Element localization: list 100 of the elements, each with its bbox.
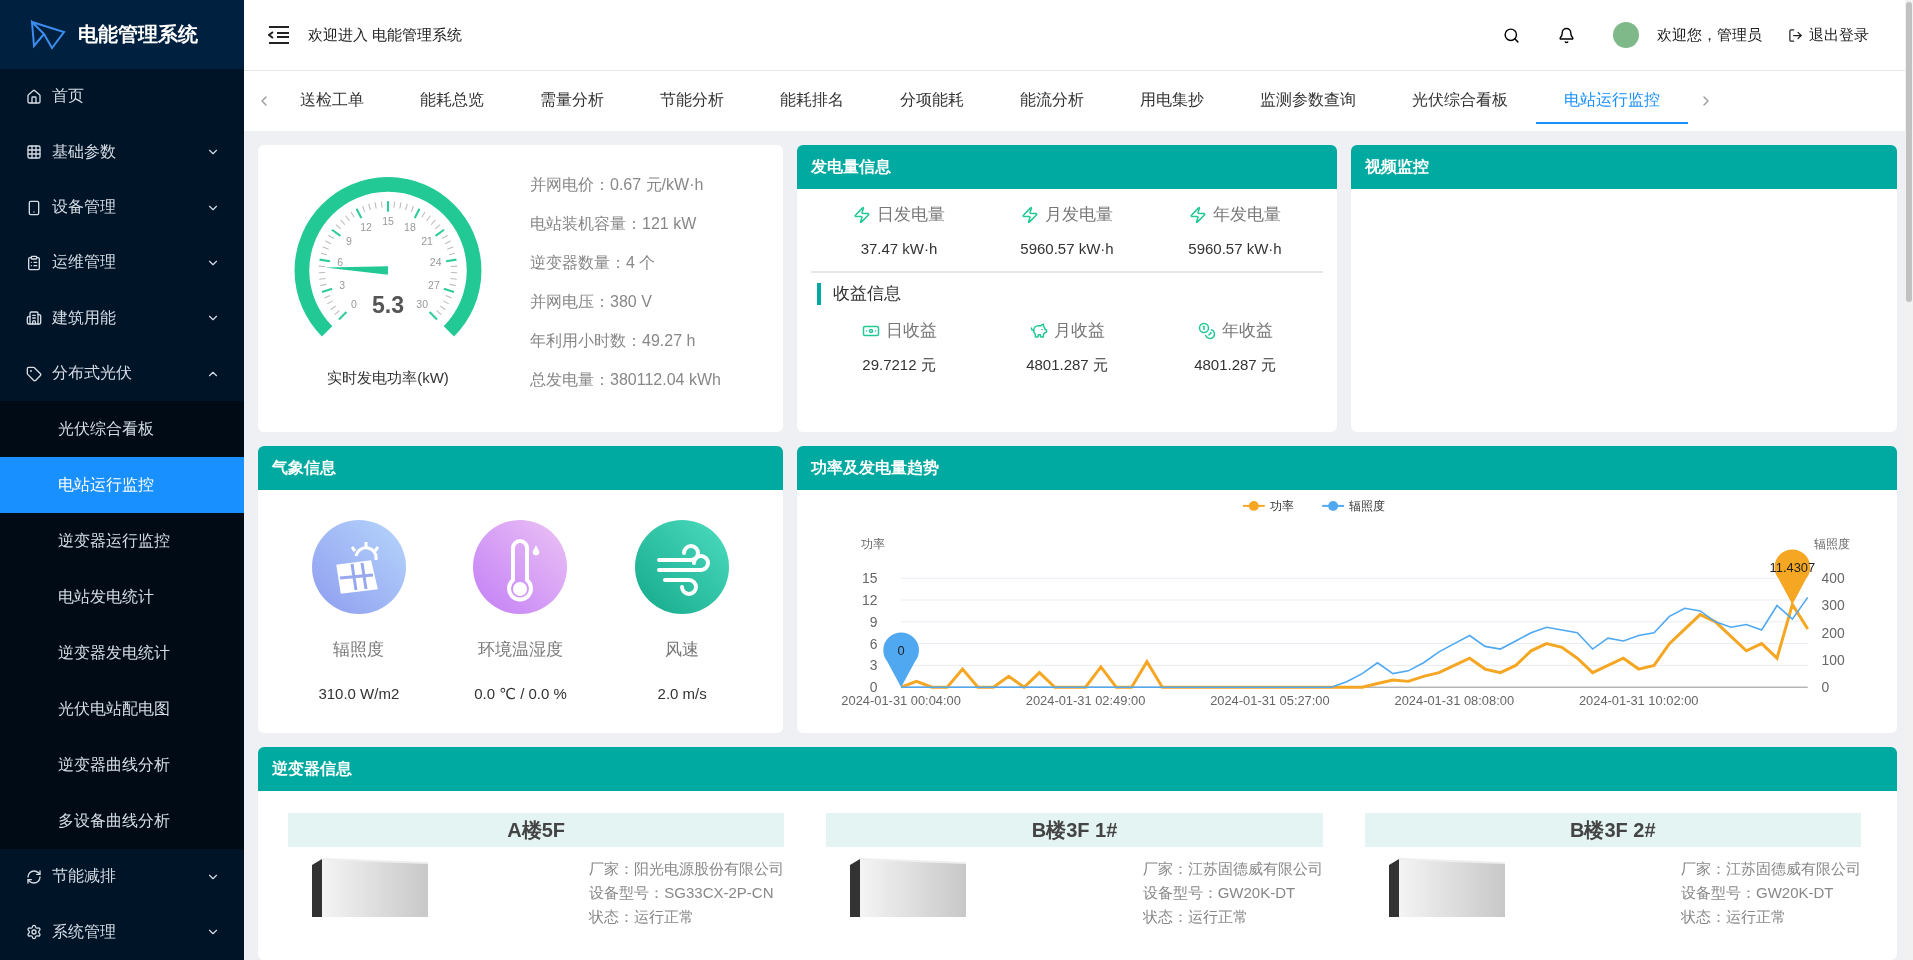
- card-title: 逆变器信息: [258, 747, 1897, 791]
- stat-label: 月收益: [1029, 319, 1105, 342]
- weather-label: 辐照度: [333, 639, 385, 661]
- gauge-tick-label: 0: [350, 297, 357, 310]
- gauge-tick-label: 24: [429, 256, 442, 269]
- stat-label: 月发电量: [1021, 203, 1113, 226]
- gauge-tick-label: 18: [404, 220, 416, 233]
- search-icon[interactable]: [1503, 26, 1520, 44]
- avatar[interactable]: [1613, 22, 1639, 48]
- stat-value: 37.47 kW·h: [860, 240, 938, 257]
- gauge-tick-label: 3: [339, 278, 345, 291]
- legend-label: 辐照度: [1348, 498, 1385, 513]
- weather-value: 2.0 m/s: [657, 685, 707, 702]
- logout-icon: [1788, 27, 1803, 43]
- axis-tick-label: 6: [869, 635, 878, 652]
- phone-icon: [26, 199, 42, 216]
- card-title: 发电量信息: [797, 145, 1337, 189]
- welcome-text: 欢迎进入 电能管理系统: [308, 25, 463, 45]
- tag-icon: [26, 365, 42, 382]
- menu-fold-icon[interactable]: [268, 26, 290, 44]
- stat-label: 年发电量: [1189, 203, 1281, 226]
- inverter-name: B楼3F 2#: [1364, 813, 1861, 847]
- sidebar-item[interactable]: 建筑用能: [0, 290, 244, 346]
- bolt-icon: [1189, 205, 1207, 224]
- inverter-status: 状态：运行正常: [1142, 907, 1249, 927]
- inverter-model: 设备型号：GW20K-DT: [1681, 883, 1835, 903]
- axis-tick-label: 200: [1821, 624, 1845, 641]
- legend-item[interactable]: 辐照度: [1321, 498, 1385, 513]
- inverter-name: A楼5F: [288, 813, 785, 847]
- inverter-vendor: 厂家：江苏固德威有限公司: [1142, 859, 1323, 879]
- building-icon: [26, 310, 42, 327]
- sidebar-subitem[interactable]: 电站发电统计: [0, 569, 244, 626]
- section-title: 收益信息: [817, 283, 901, 305]
- axis-tick-label: 2024-01-31 08:08:00: [1394, 693, 1515, 709]
- inverter-vendor: 厂家：江苏固德威有限公司: [1681, 859, 1861, 879]
- axis-title: 功率: [861, 537, 886, 552]
- sidebar-item[interactable]: 系统管理: [0, 904, 244, 960]
- list-icon: [26, 254, 42, 271]
- sidebar-item[interactable]: 分布式光伏: [0, 345, 244, 402]
- page-tab[interactable]: 能流分析: [992, 78, 1112, 124]
- stat-value: 4801.287 元: [1026, 356, 1108, 375]
- axis-tick-label: 2024-01-31 10:02:00: [1578, 693, 1699, 709]
- axis-tick-label: 100: [1821, 651, 1845, 668]
- sidebar-item[interactable]: 设备管理: [0, 179, 244, 236]
- gauge-value: 5.3: [371, 291, 405, 318]
- sidebar-subitem[interactable]: 逆变器曲线分析: [0, 737, 244, 794]
- card-title: 功率及发电量趋势: [797, 446, 1897, 490]
- stat-label: 日发电量: [853, 203, 945, 226]
- app-title: 电能管理系统: [78, 22, 198, 48]
- stat-value: 29.7212 元: [862, 356, 936, 375]
- gauge-tick-label: 21: [421, 235, 433, 248]
- money-bag-icon: [1029, 321, 1048, 340]
- home-icon: [26, 88, 42, 105]
- legend-label: 功率: [1269, 498, 1294, 513]
- bell-icon[interactable]: [1558, 26, 1575, 44]
- gauge-tick-label: 15: [382, 215, 394, 228]
- sidebar-item[interactable]: 基础参数: [0, 124, 244, 180]
- weather-value: 310.0 W/m2: [318, 685, 400, 702]
- page-tab[interactable]: 用电集抄: [1112, 78, 1232, 124]
- legend-item[interactable]: 功率: [1241, 498, 1294, 513]
- coins-icon: [1197, 321, 1216, 340]
- page-tab[interactable]: 监测参数查询: [1232, 78, 1384, 124]
- sidebar-item[interactable]: 首页: [0, 69, 244, 125]
- inverter-status: 状态：运行正常: [589, 907, 696, 927]
- axis-tick-label: 400: [1821, 570, 1845, 587]
- station-info-line: 年利用小时数：49.27 h: [530, 331, 697, 351]
- sidebar-subitem[interactable]: 光伏电站配电图: [0, 681, 244, 738]
- sidebar-item[interactable]: 运维管理: [0, 235, 244, 291]
- page-tab[interactable]: 节能分析: [632, 78, 752, 124]
- user-greeting: 欢迎您，管理员: [1657, 25, 1762, 45]
- weather-label: 环境温湿度: [478, 639, 563, 661]
- sidebar-subitem[interactable]: 光伏综合看板: [0, 401, 244, 458]
- stat-label: 年收益: [1197, 319, 1273, 342]
- card-title: 视频监控: [1351, 145, 1897, 189]
- gauge-tick-label: 6: [337, 256, 344, 269]
- logout-button[interactable]: 退出登录: [1780, 21, 1877, 49]
- marker-pin: 0: [883, 632, 919, 688]
- axis-tick-label: 2024-01-31 02:49:00: [1025, 693, 1146, 709]
- sidebar-subitem[interactable]: 逆变器发电统计: [0, 625, 244, 682]
- annotation: 0: [897, 642, 905, 658]
- sidebar-item[interactable]: 节能减排: [0, 849, 244, 905]
- card-title: 气象信息: [258, 446, 783, 490]
- weather-label: 风速: [665, 639, 700, 661]
- gauge-needle: [325, 266, 389, 275]
- gauge-tick-label: 27: [428, 278, 440, 291]
- page-tab[interactable]: 需量分析: [512, 78, 632, 124]
- page-tab[interactable]: 能耗排名: [752, 78, 872, 124]
- page-tab[interactable]: 分项能耗: [872, 78, 992, 124]
- inverter-model: 设备型号：GW20K-DT: [1142, 883, 1297, 903]
- stat-label: 日收益: [861, 319, 937, 342]
- axis-tick-label: 2024-01-31 05:27:00: [1210, 693, 1330, 709]
- page-tab[interactable]: 能耗总览: [392, 78, 512, 124]
- settings-icon: [26, 924, 42, 941]
- sidebar-subitem[interactable]: 多设备曲线分析: [0, 793, 244, 850]
- page-tab[interactable]: 光伏综合看板: [1384, 78, 1536, 124]
- sidebar-subitem[interactable]: 逆变器运行监控: [0, 513, 244, 570]
- inverter-model: 设备型号：SG33CX-2P-CN: [589, 883, 775, 903]
- axis-tick-label: 9: [869, 613, 878, 630]
- page-tab[interactable]: 送检工单: [272, 78, 392, 124]
- stat-value: 5960.57 kW·h: [1188, 240, 1282, 257]
